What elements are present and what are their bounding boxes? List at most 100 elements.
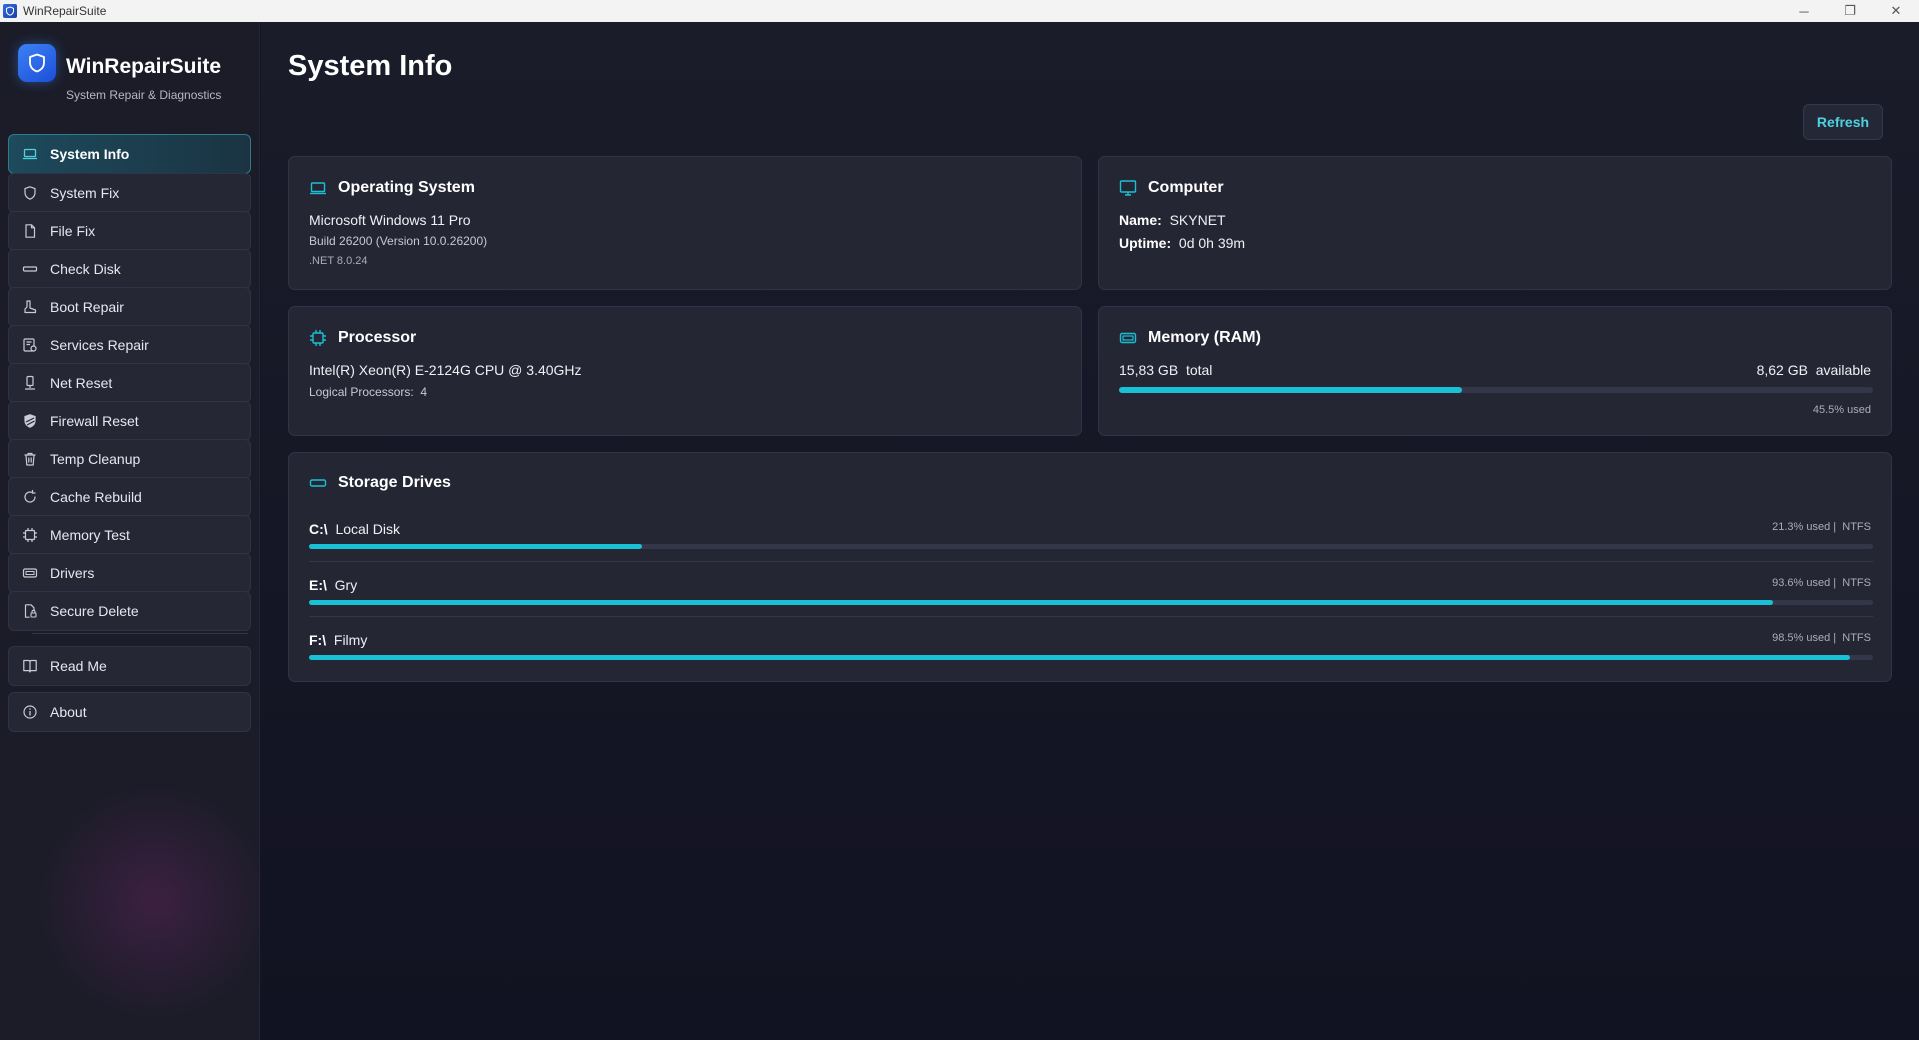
close-button[interactable]: ✕ [1873, 0, 1919, 22]
drive-used-text: 21.3% used | [1772, 521, 1837, 533]
drive-usage-bar-e [309, 600, 1873, 605]
drive-name: Filmy [333, 632, 368, 648]
trash-icon [22, 451, 38, 467]
memory-card: Memory (RAM) 15,83 GB total 8,62 GB avai… [1098, 306, 1892, 436]
drive-fs: NTFS [1842, 577, 1871, 589]
sidebar-item-label: System Fix [50, 185, 120, 201]
sidebar: WinRepairSuite System Repair & Diagnosti… [0, 22, 260, 1040]
drive-used-text: 93.6% used | [1772, 577, 1837, 589]
minimize-button[interactable]: ─ [1781, 0, 1827, 22]
sidebar-item-services-repair[interactable]: Services Repair [8, 325, 251, 365]
computer-name-value: SKYNET [1169, 212, 1226, 228]
sidebar-item-label: Read Me [50, 658, 107, 674]
services-icon [22, 337, 38, 353]
storage-card: Storage Drives C:\ Local Disk 21.3% used… [288, 452, 1892, 682]
os-name: Microsoft Windows 11 Pro [309, 212, 471, 228]
memory-used-percent: 45.5% used [1812, 404, 1871, 416]
chip-icon [22, 527, 38, 543]
sidebar-item-check-disk[interactable]: Check Disk [8, 249, 251, 289]
app-shield-icon [3, 4, 17, 18]
disk-icon [22, 261, 38, 277]
sidebar-item-secure-delete[interactable]: Secure Delete [8, 591, 251, 631]
sidebar-item-label: Secure Delete [50, 603, 139, 619]
logical-processors-label: Logical Processors: [309, 385, 414, 399]
memory-total: 15,83 GB total [1119, 362, 1212, 378]
computer-card-header: Computer [1119, 179, 1224, 197]
memory-total-value: 15,83 GB [1119, 362, 1179, 378]
drive-letter: F:\ [309, 632, 327, 648]
drive-icon [309, 474, 327, 492]
brand-subtitle: System Repair & Diagnostics [66, 88, 222, 102]
computer-card: Computer Name: SKYNET Uptime: 0d 0h 39m [1098, 156, 1892, 290]
drive-name: Local Disk [335, 521, 401, 537]
drive-letter: C:\ [309, 521, 328, 537]
main-content: System Info Refresh Operating System Mic… [261, 22, 1919, 1040]
dotnet-version: .NET 8.0.24 [309, 255, 368, 267]
sidebar-item-boot-repair[interactable]: Boot Repair [8, 287, 251, 327]
drive-usage-c: 21.3% used | NTFS [1772, 521, 1871, 533]
driver-icon [22, 565, 38, 581]
drive-usage-fill [309, 655, 1850, 660]
drive-row-e: E:\ Gry [309, 577, 357, 593]
sidebar-item-label: Temp Cleanup [50, 451, 141, 467]
memory-usage-fill [1119, 387, 1463, 393]
sidebar-item-firewall-reset[interactable]: Firewall Reset [8, 401, 251, 441]
drive-fs: NTFS [1842, 521, 1871, 533]
processor-card-title: Processor [338, 329, 417, 346]
sidebar-item-label: About [50, 704, 87, 720]
sidebar-item-cache-rebuild[interactable]: Cache Rebuild [8, 477, 251, 517]
laptop-icon [22, 146, 38, 162]
logical-processors: Logical Processors: 4 [309, 385, 427, 399]
memory-icon [1119, 329, 1137, 347]
drive-separator [309, 561, 1873, 562]
sidebar-item-net-reset[interactable]: Net Reset [8, 363, 251, 403]
os-card-title: Operating System [338, 179, 475, 196]
sidebar-item-label: Drivers [50, 565, 95, 581]
sidebar-item-read-me[interactable]: Read Me [8, 646, 251, 686]
memory-card-header: Memory (RAM) [1119, 329, 1261, 347]
restore-button[interactable]: ❐ [1827, 0, 1873, 22]
memory-card-title: Memory (RAM) [1148, 329, 1261, 346]
refresh-icon [22, 489, 38, 505]
sidebar-item-temp-cleanup[interactable]: Temp Cleanup [8, 439, 251, 479]
secure-delete-icon [22, 603, 38, 619]
memory-available: 8,62 GB available [1757, 362, 1871, 378]
sidebar-divider [32, 633, 248, 634]
sidebar-item-system-info[interactable]: System Info [8, 134, 251, 174]
uptime-label: Uptime: [1119, 235, 1172, 251]
drive-usage-bar-c [309, 544, 1873, 549]
book-icon [22, 658, 38, 674]
page-title: System Info [288, 50, 453, 82]
computer-name-row: Name: SKYNET [1119, 212, 1226, 228]
info-icon [22, 704, 38, 720]
sidebar-item-memory-test[interactable]: Memory Test [8, 515, 251, 555]
window-titlebar: WinRepairSuite ─ ❐ ✕ [0, 0, 1919, 22]
sidebar-item-about[interactable]: About [8, 692, 251, 732]
drive-row-f: F:\ Filmy [309, 632, 367, 648]
sidebar-item-file-fix[interactable]: File Fix [8, 211, 251, 251]
monitor-icon [1119, 179, 1137, 197]
sidebar-item-label: Cache Rebuild [50, 489, 142, 505]
memory-available-label: available [1815, 362, 1871, 378]
drive-usage-f: 98.5% used | NTFS [1772, 632, 1871, 644]
computer-name-label: Name: [1119, 212, 1162, 228]
shield-icon [18, 44, 56, 82]
logical-processors-value: 4 [420, 385, 428, 399]
memory-available-value: 8,62 GB [1756, 362, 1808, 378]
sidebar-item-system-fix[interactable]: System Fix [8, 173, 251, 213]
sidebar-item-drivers[interactable]: Drivers [8, 553, 251, 593]
cpu-name: Intel(R) Xeon(R) E-2124G CPU @ 3.40GHz [309, 362, 582, 378]
os-build: Build 26200 (Version 10.0.26200) [309, 234, 488, 248]
sidebar-item-label: Services Repair [50, 337, 149, 353]
storage-card-title: Storage Drives [338, 474, 451, 491]
window-title: WinRepairSuite [23, 4, 107, 18]
sidebar-item-label: Boot Repair [50, 299, 124, 315]
shield-icon [22, 185, 38, 201]
refresh-button[interactable]: Refresh [1803, 104, 1883, 140]
sidebar-item-label: Memory Test [50, 527, 130, 543]
network-icon [22, 375, 38, 391]
sidebar-item-label: File Fix [50, 223, 96, 239]
sidebar-item-label: System Info [50, 146, 130, 162]
drive-separator [309, 616, 1873, 617]
drive-name: Gry [334, 577, 358, 593]
